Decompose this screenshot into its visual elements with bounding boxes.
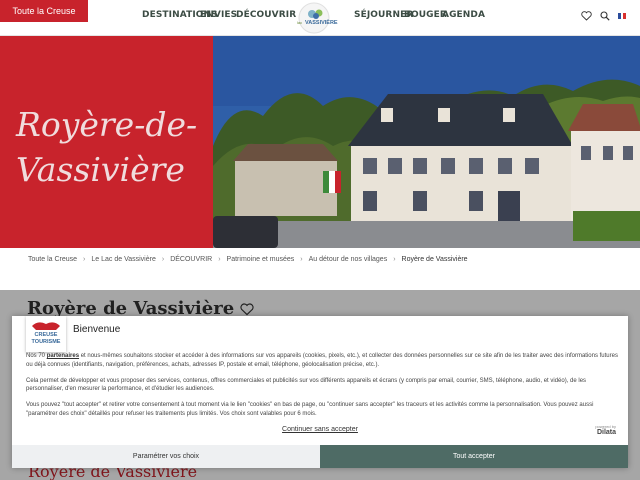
breadcrumb-item[interactable]: Le Lac de Vassivière bbox=[91, 256, 155, 263]
toute-la-creuse-button[interactable]: Toute la Creuse bbox=[0, 0, 88, 22]
consent-paragraph-3: Vous pouvez "tout accepter" et retirer v… bbox=[26, 402, 594, 417]
breadcrumb-separator: › bbox=[161, 256, 165, 263]
flag-icon[interactable] bbox=[618, 13, 627, 19]
modal-title: Bienvenue bbox=[73, 324, 121, 335]
cookie-consent-modal: CREUSE TOURISME Bienvenue Nos 70 partena… bbox=[12, 316, 628, 468]
configure-choices-button[interactable]: Paramétrer vos choix bbox=[12, 445, 320, 468]
continue-without-accepting-link[interactable]: Continuer sans accepter bbox=[12, 426, 628, 433]
breadcrumb-separator: › bbox=[300, 256, 303, 263]
svg-text:TOURISME: TOURISME bbox=[32, 339, 61, 345]
breadcrumb-separator: › bbox=[393, 256, 396, 263]
accept-all-button[interactable]: Tout accepter bbox=[320, 445, 628, 468]
svg-text:VASSIVIÈRE: VASSIVIÈRE bbox=[305, 18, 338, 26]
site-header: Toute la Creuse DESTINATIONS ENVIES DÉCO… bbox=[0, 0, 640, 36]
breadcrumb: Toute la Creuse › Le Lac de Vassivière › D… bbox=[28, 256, 468, 263]
consent-paragraph-1: Nos 70 partenaires et nous-mêmes souhait… bbox=[26, 353, 618, 368]
breadcrumb-current: Royère de Vassivière bbox=[401, 256, 468, 263]
hero-village-photo bbox=[213, 36, 640, 248]
modal-body: Nos 70 partenaires et nous-mêmes souhait… bbox=[26, 352, 618, 426]
breadcrumb-separator: › bbox=[218, 256, 221, 263]
powered-by: powered by Dilata bbox=[595, 424, 616, 436]
nav-agenda[interactable]: AGENDA bbox=[442, 10, 485, 20]
breadcrumb-item[interactable]: DÉCOUVRIR bbox=[170, 256, 212, 263]
nav-envies[interactable]: ENVIES bbox=[200, 10, 237, 20]
svg-text:lac: lac bbox=[297, 20, 302, 25]
breadcrumb-item[interactable]: Patrimoine et musées bbox=[227, 256, 295, 263]
hero-title: Royère-de- Vassivière bbox=[16, 105, 198, 189]
header-icons bbox=[581, 11, 627, 21]
svg-text:CREUSE: CREUSE bbox=[35, 332, 58, 338]
search-icon[interactable] bbox=[600, 11, 610, 21]
heart-icon[interactable] bbox=[581, 11, 592, 21]
hero-banner: Royère-de- Vassivière bbox=[0, 36, 640, 248]
site-logo[interactable]: lac VASSIVIÈRE bbox=[283, 2, 345, 34]
creuse-tourisme-logo: CREUSE TOURISME bbox=[26, 316, 66, 352]
consent-paragraph-2: Cela permet de développer et vous propos… bbox=[26, 377, 587, 393]
breadcrumb-separator: › bbox=[83, 256, 86, 263]
nav-bouger[interactable]: BOUGER bbox=[404, 10, 447, 20]
breadcrumb-item[interactable]: Toute la Creuse bbox=[28, 256, 77, 263]
breadcrumb-item[interactable]: Au détour de nos villages bbox=[309, 256, 388, 263]
partners-link[interactable]: partenaires bbox=[47, 353, 79, 359]
